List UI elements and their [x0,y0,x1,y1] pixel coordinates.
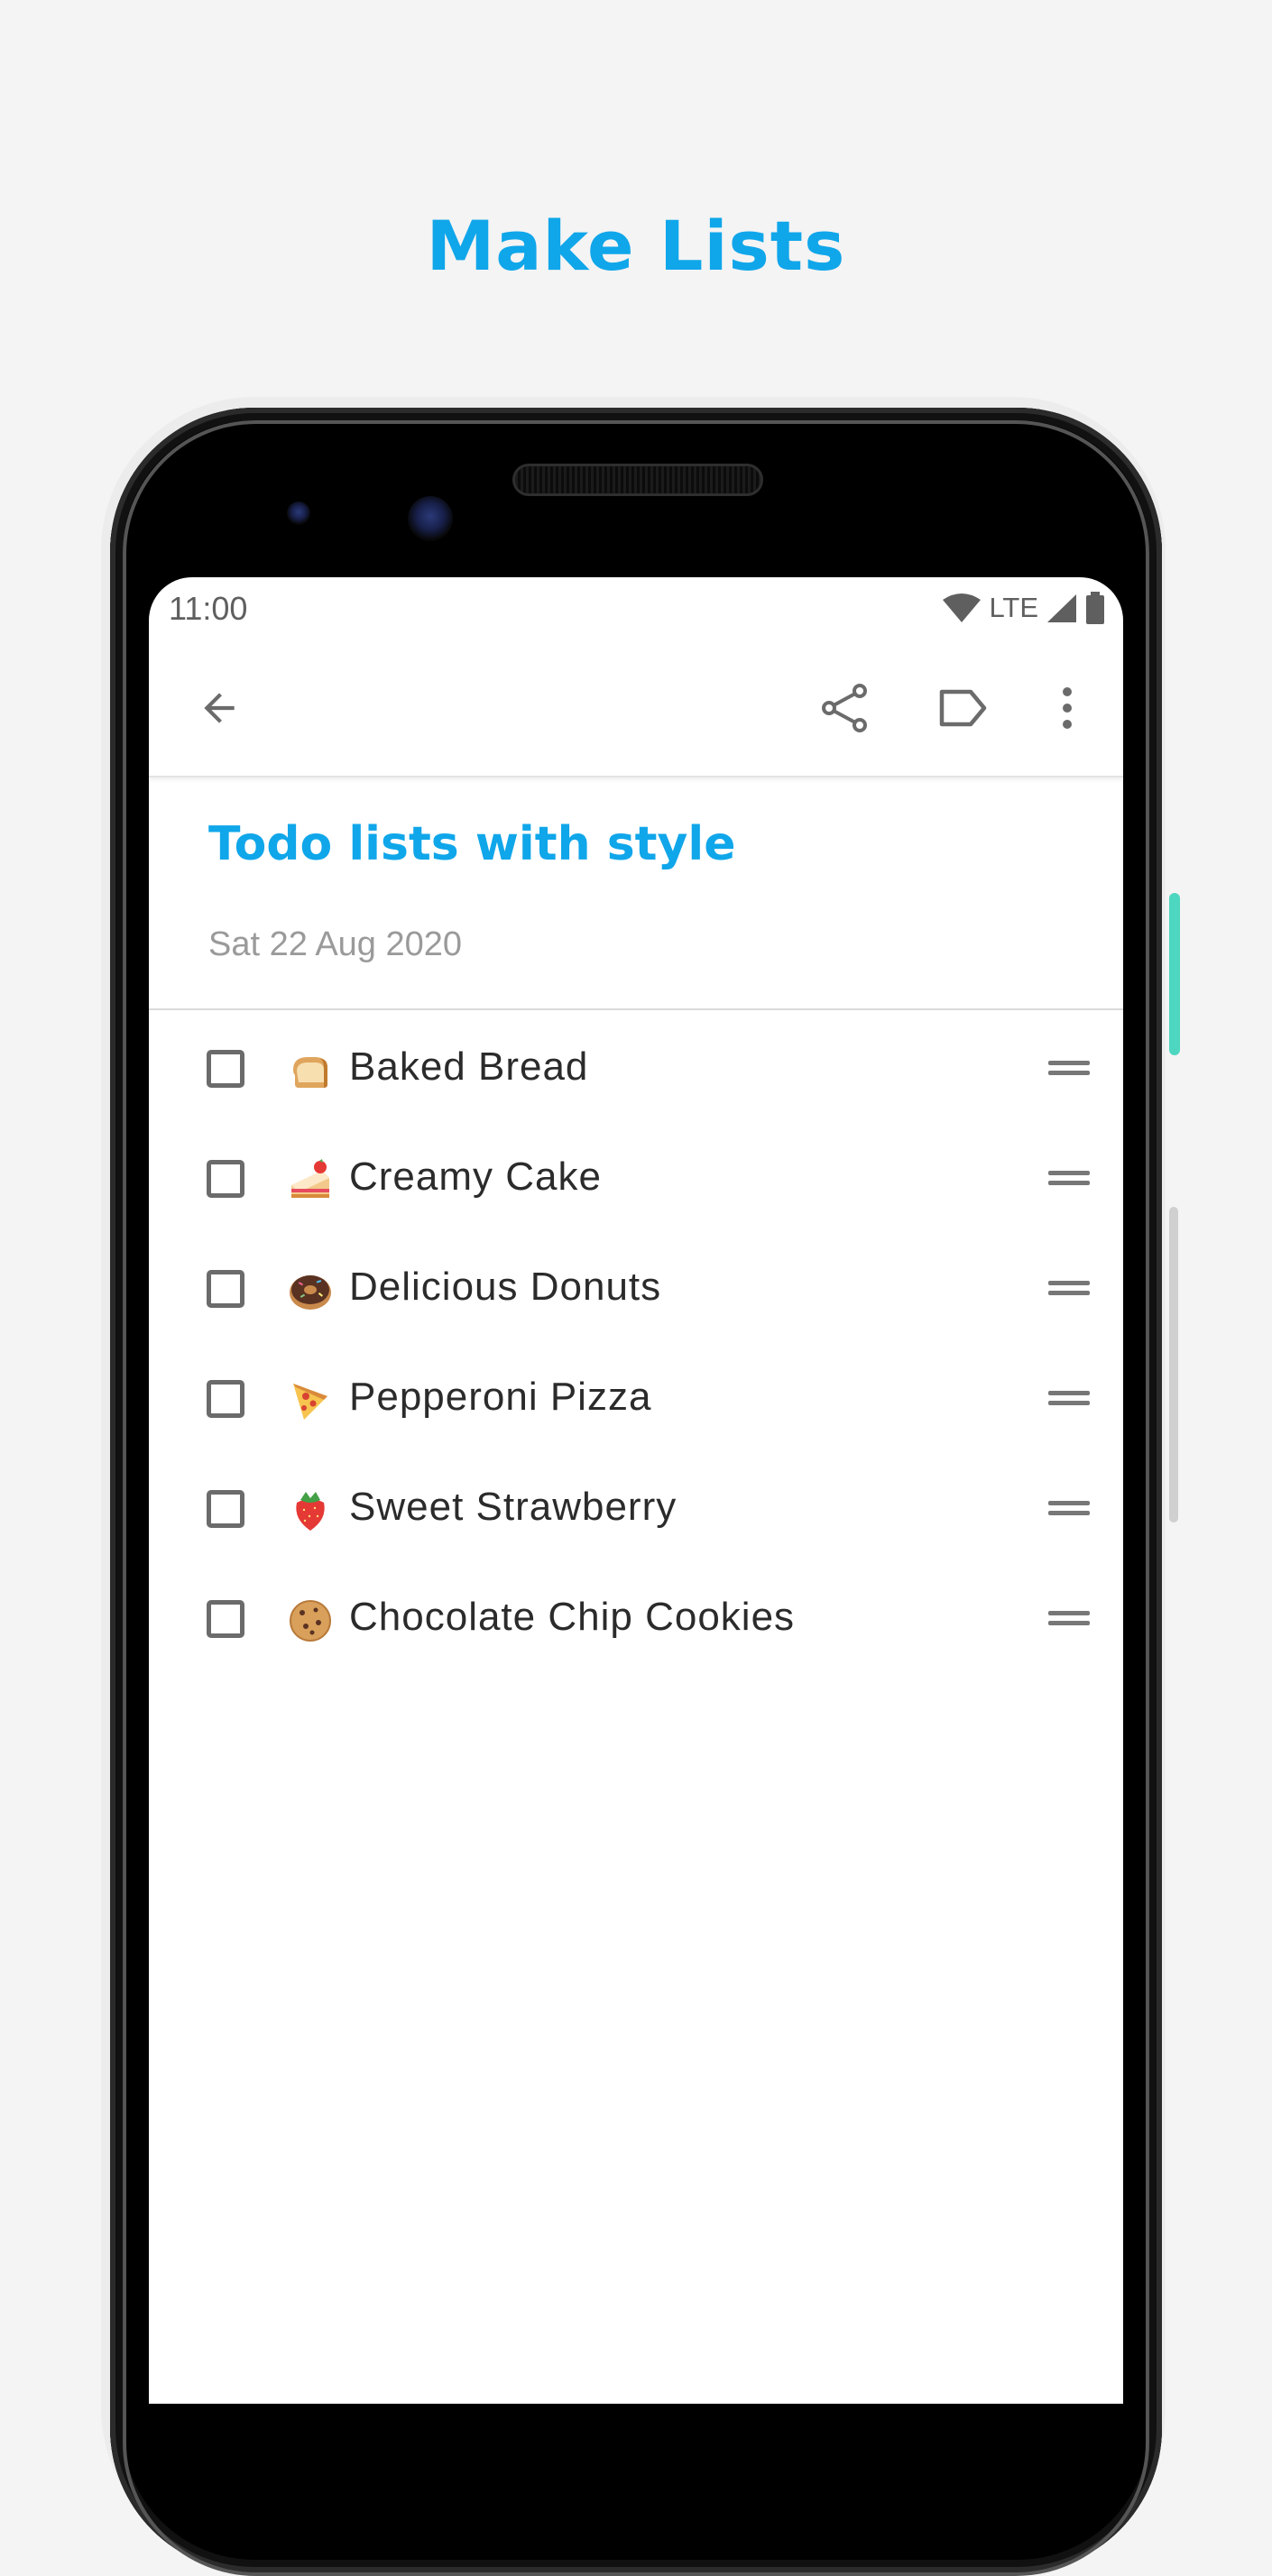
bread-icon [293,1057,327,1088]
note-date: Sat 22 Aug 2020 [208,925,463,963]
more-options-button[interactable] [1031,672,1103,744]
drag-handle-icon[interactable] [1048,1501,1090,1519]
battery-icon [1086,592,1104,624]
share-button[interactable] [808,672,880,744]
phone-screen: 11:00 LTE Todo lists with style Sat 22 A… [149,577,1123,2404]
label-icon [939,689,987,727]
drag-handle-icon[interactable] [1048,1281,1090,1299]
checkbox[interactable] [207,1160,244,1198]
power-button [1169,893,1180,1055]
earpiece-speaker [512,464,763,496]
label-button[interactable] [926,672,999,744]
cake-icon [291,1159,329,1198]
strawberry-icon [296,1492,325,1531]
list-item: Chocolate Chip Cookies [149,1589,1123,1699]
checkbox[interactable] [207,1490,244,1528]
item-text[interactable]: Pepperoni Pizza [349,1375,651,1420]
front-sensor [287,501,310,525]
status-icons: LTE [942,590,1105,626]
item-text[interactable]: Baked Bread [349,1044,588,1090]
todo-list: Baked Bread Creamy Cake Delicious Donuts… [149,1039,1123,1699]
drag-handle-icon[interactable] [1048,1171,1090,1189]
drag-handle-icon[interactable] [1048,1391,1090,1409]
divider [149,1008,1123,1010]
network-type: LTE [989,592,1038,623]
checkbox[interactable] [207,1600,244,1638]
status-time: 11:00 [169,590,248,627]
front-camera [408,496,453,541]
item-text[interactable]: Creamy Cake [349,1155,602,1200]
item-text[interactable]: Chocolate Chip Cookies [349,1595,795,1640]
list-item: Delicious Donuts [149,1259,1123,1369]
donut-icon [290,1275,331,1310]
checkbox[interactable] [207,1270,244,1308]
list-item: Creamy Cake [149,1149,1123,1259]
arrow-left-icon [204,693,235,723]
volume-button [1169,1207,1178,1523]
list-item: Sweet Strawberry [149,1479,1123,1589]
share-icon [822,684,867,732]
item-text[interactable]: Sweet Strawberry [349,1485,677,1530]
note-title[interactable]: Todo lists with style [208,817,736,871]
status-bar: 11:00 LTE [149,577,1123,640]
checkbox[interactable] [207,1050,244,1088]
list-item: Baked Bread [149,1039,1123,1149]
pizza-icon [293,1384,327,1420]
list-item: Pepperoni Pizza [149,1369,1123,1479]
item-text[interactable]: Delicious Donuts [349,1265,661,1310]
headline: Make Lists [426,206,846,286]
more-vert-icon [1063,687,1072,729]
checkbox[interactable] [207,1380,244,1418]
back-button[interactable] [183,672,255,744]
drag-handle-icon[interactable] [1048,1061,1090,1079]
cell-signal-icon [1047,594,1076,622]
cookie-icon [290,1600,331,1642]
toolbar [149,640,1123,777]
drag-handle-icon[interactable] [1048,1611,1090,1629]
wifi-icon [943,593,982,622]
